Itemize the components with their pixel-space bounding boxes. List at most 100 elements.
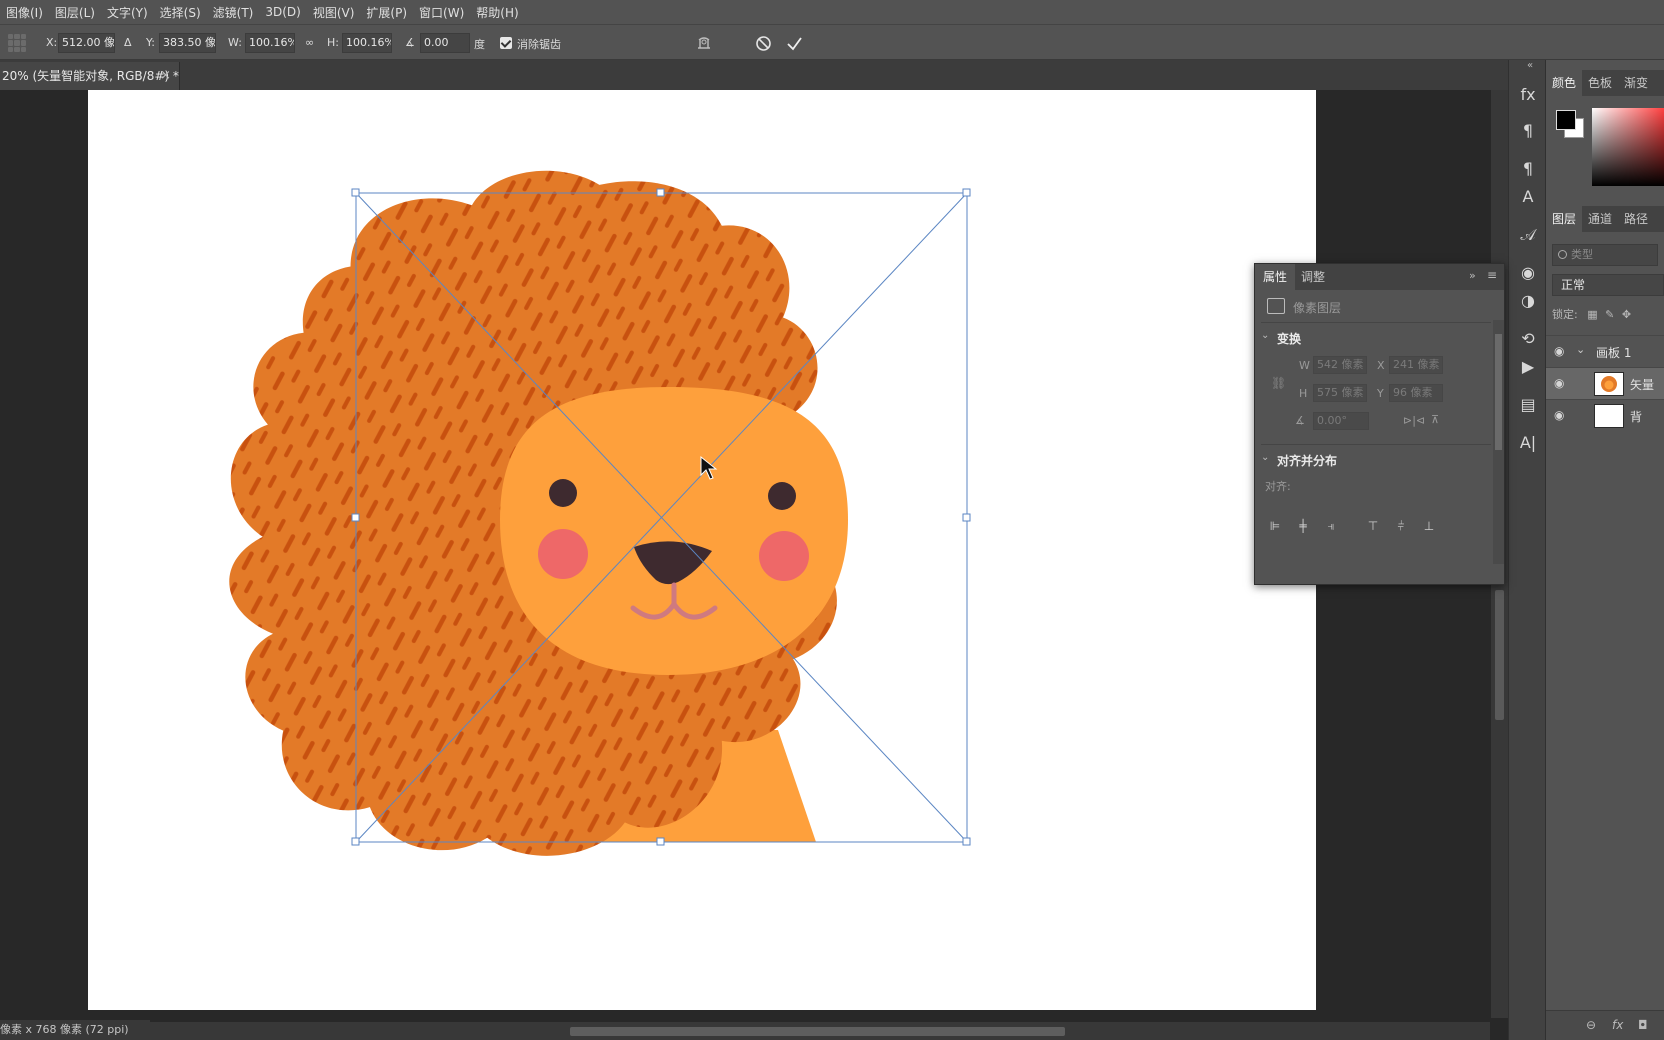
visibility-eye-icon[interactable]: ◉: [1554, 344, 1564, 358]
menu-item[interactable]: 图像(I): [0, 4, 49, 21]
align-left-icon[interactable]: ⊫: [1267, 518, 1283, 534]
menu-item[interactable]: 扩展(P): [360, 4, 413, 21]
layer-name: 画板 1: [1596, 346, 1632, 360]
reference-point-grid[interactable]: [8, 34, 26, 52]
transform-handle[interactable]: [351, 513, 360, 522]
visibility-eye-icon[interactable]: ◉: [1554, 376, 1564, 390]
color-panel-tab[interactable]: 色板: [1582, 70, 1618, 96]
lock-image-icon[interactable]: ✎: [1605, 308, 1614, 321]
color-panel-tab[interactable]: 渐变: [1618, 70, 1654, 96]
lion-cheek-right: [759, 531, 809, 581]
chevron-down-icon[interactable]: ⌄: [1261, 452, 1269, 463]
fx-icon[interactable]: fx: [1612, 1018, 1623, 1032]
chevron-down-icon[interactable]: ⌄: [1261, 330, 1269, 341]
height-field[interactable]: 575 像素: [1313, 384, 1367, 402]
transform-handle[interactable]: [656, 837, 665, 846]
y-field[interactable]: 96 像素: [1389, 384, 1443, 402]
align-right-icon[interactable]: ⫣: [1323, 518, 1339, 534]
layers-panel-tab[interactable]: 通道: [1582, 206, 1618, 232]
actions-play-icon[interactable]: ▶: [1515, 354, 1541, 380]
menu-item[interactable]: 窗口(W): [413, 4, 470, 21]
layers-panel-tab[interactable]: 路径: [1618, 206, 1654, 232]
tab-adjustments[interactable]: 调整: [1293, 264, 1333, 290]
lock-position-icon[interactable]: ✥: [1622, 308, 1631, 321]
transform-handle[interactable]: [351, 837, 360, 846]
panel-menu-icon[interactable]: ≡: [1487, 268, 1497, 282]
chevron-down-icon[interactable]: ⌄: [1576, 343, 1585, 356]
delta-icon[interactable]: Δ: [124, 36, 132, 49]
layer-filter-search[interactable]: 类型: [1552, 244, 1658, 266]
align-middle-v-icon[interactable]: ⫩: [1393, 518, 1409, 534]
transform-handle[interactable]: [962, 513, 971, 522]
menu-item[interactable]: 视图(V): [307, 4, 361, 21]
menu-item[interactable]: 帮助(H): [470, 4, 524, 21]
antialias-checkbox[interactable]: [500, 37, 512, 49]
height-field[interactable]: 100.16%: [342, 33, 392, 53]
properties-panel-header: 属性 调整 » ≡: [1255, 264, 1504, 290]
horizontal-scroll-thumb[interactable]: [570, 1027, 1065, 1036]
lock-transparent-icon[interactable]: ▦: [1587, 308, 1597, 321]
expand-panel-icon[interactable]: »: [1469, 269, 1476, 282]
layer-row-smart-object[interactable]: ◉ 矢量: [1546, 367, 1664, 399]
character-style-icon[interactable]: A|: [1515, 430, 1541, 456]
transform-handle[interactable]: [962, 837, 971, 846]
angle-field[interactable]: 0.00°: [1313, 412, 1369, 430]
checkmark-icon[interactable]: [786, 35, 803, 52]
flip-vertical-icon[interactable]: ⊼: [1431, 413, 1439, 426]
history-icon[interactable]: ⟲: [1515, 326, 1541, 352]
3d-icon[interactable]: ◉: [1515, 260, 1541, 286]
lion-illustration[interactable]: [88, 90, 1316, 1010]
transform-handle[interactable]: [656, 188, 665, 197]
vertical-scroll-thumb[interactable]: [1495, 590, 1504, 720]
horizontal-scrollbar[interactable]: [150, 1022, 1490, 1040]
artboard[interactable]: [88, 90, 1316, 1010]
align-top-icon[interactable]: ⊤: [1365, 518, 1381, 534]
flip-horizontal-icon[interactable]: ⊳|⊲: [1403, 414, 1425, 427]
properties-scrollbar[interactable]: [1493, 320, 1504, 564]
y-field[interactable]: 383.50 像素: [159, 33, 216, 53]
layer-row-background[interactable]: ◉ 背: [1546, 399, 1664, 431]
warp-mode-icon[interactable]: [696, 35, 712, 51]
menu-item[interactable]: 文字(Y): [101, 4, 154, 21]
width-field[interactable]: 542 像素: [1313, 356, 1367, 374]
color-spectrum[interactable]: [1592, 108, 1664, 186]
align-bottom-icon[interactable]: ⊥: [1421, 518, 1437, 534]
glyphs-icon[interactable]: 𝒜: [1515, 222, 1541, 248]
layer-row-artboard[interactable]: ◉ ⌄ 画板 1: [1546, 335, 1664, 367]
right-panels: 颜色 色板 渐变 图层 通道 路径 类型 正常 锁定: ▦ ✎ ✥ ◉ ⌄ 画板 1 ◉…: [1546, 60, 1664, 1040]
character-icon[interactable]: A: [1515, 184, 1541, 210]
fx-icon[interactable]: fx: [1515, 82, 1541, 108]
angle-field[interactable]: 0.00: [420, 33, 470, 53]
transform-handle[interactable]: [962, 188, 971, 197]
menu-item[interactable]: 3D(D): [259, 5, 306, 19]
link-layers-icon[interactable]: ⊖: [1586, 1018, 1596, 1032]
align-center-h-icon[interactable]: ╪: [1295, 518, 1311, 534]
cancel-icon[interactable]: [755, 35, 772, 52]
adjustments-icon[interactable]: ◑: [1515, 288, 1541, 314]
color-panel-tab[interactable]: 颜色: [1546, 70, 1583, 96]
angle-icon: ∡: [1295, 414, 1305, 427]
tab-properties[interactable]: 属性: [1255, 264, 1296, 290]
add-mask-icon[interactable]: ◘: [1638, 1018, 1648, 1032]
x-field[interactable]: 241 像素: [1389, 356, 1443, 374]
close-tab-icon[interactable]: ×: [160, 62, 171, 90]
menu-item[interactable]: 图层(L): [49, 4, 101, 21]
transform-handle[interactable]: [351, 188, 360, 197]
foreground-color-swatch[interactable]: [1556, 110, 1576, 130]
link-icon[interactable]: ⛓: [1271, 376, 1286, 390]
layers-panel-tab[interactable]: 图层: [1546, 206, 1583, 232]
paragraph-icon[interactable]: ¶: [1515, 118, 1541, 144]
properties-icon[interactable]: ▤: [1515, 392, 1541, 418]
menu-item[interactable]: 选择(S): [154, 4, 207, 21]
blend-mode-select[interactable]: 正常: [1552, 274, 1664, 296]
collapse-panels-icon[interactable]: «: [1527, 60, 1533, 71]
menu-item[interactable]: 滤镜(T): [207, 4, 260, 21]
visibility-eye-icon[interactable]: ◉: [1554, 408, 1564, 422]
transform-section-title: 变换: [1277, 332, 1302, 346]
x-field[interactable]: 512.00 像素: [58, 33, 115, 53]
width-field[interactable]: 100.16%: [245, 33, 295, 53]
paragraph-style-icon[interactable]: ¶: [1515, 156, 1541, 182]
layer-name: 矢量: [1630, 378, 1655, 392]
link-icon[interactable]: ∞: [305, 36, 314, 49]
document-tab[interactable]: 20% (矢量智能对象, RGB/8#) * ×: [0, 62, 180, 90]
